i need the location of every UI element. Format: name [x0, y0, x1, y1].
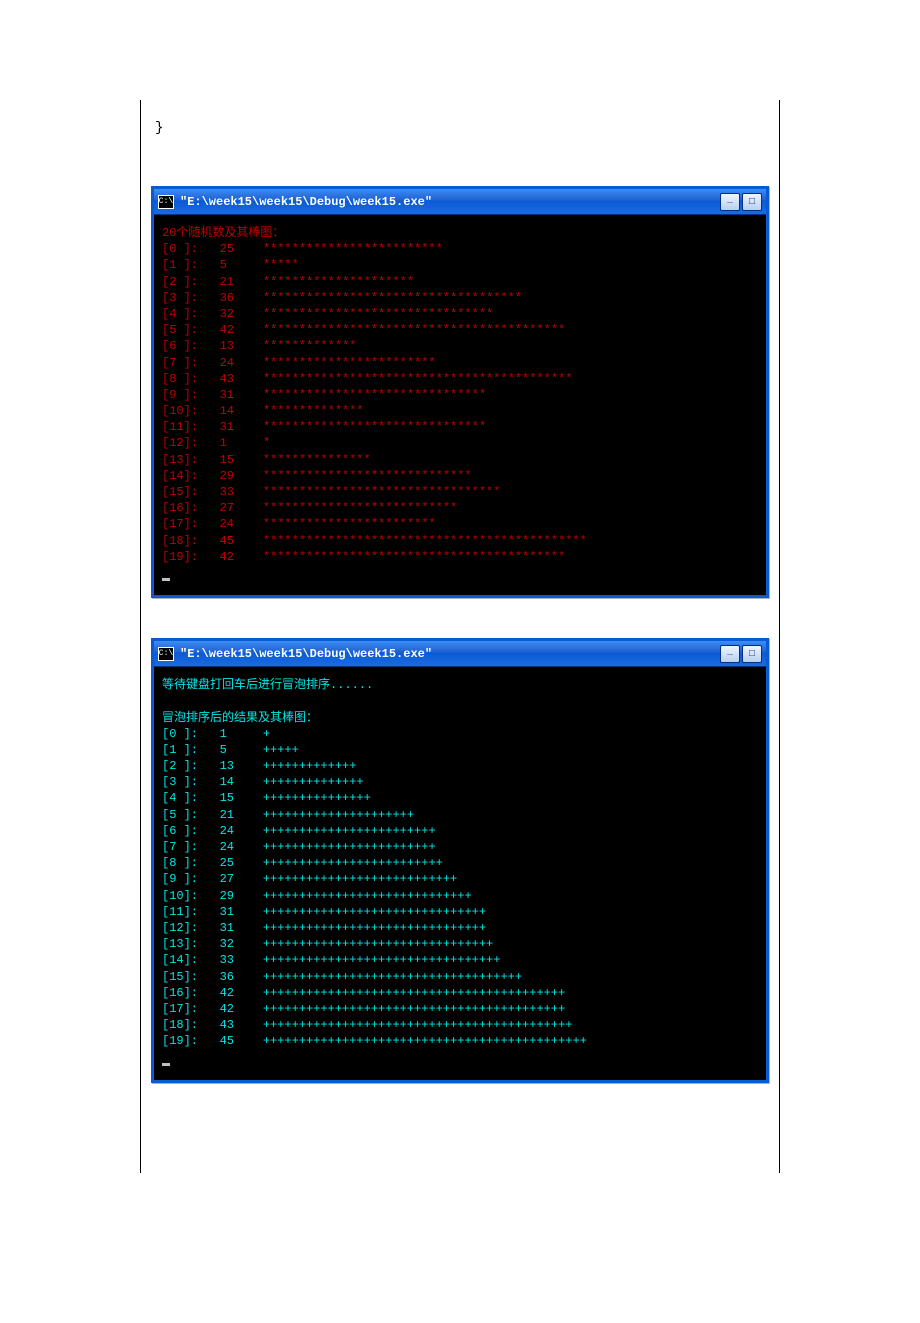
- data-row: [12]: 1 *: [162, 435, 758, 451]
- window-title: "E:\week15\week15\Debug\week15.exe": [180, 195, 720, 209]
- data-row: [10]: 29 +++++++++++++++++++++++++++++: [162, 888, 758, 904]
- data-row: [14]: 29 *****************************: [162, 468, 758, 484]
- data-row: [8 ]: 25 +++++++++++++++++++++++++: [162, 855, 758, 871]
- data-row: [1 ]: 5 *****: [162, 257, 758, 273]
- data-row: [9 ]: 27 +++++++++++++++++++++++++++: [162, 871, 758, 887]
- data-row: [17]: 42 +++++++++++++++++++++++++++++++…: [162, 1001, 758, 1017]
- minimize-button[interactable]: [720, 193, 740, 211]
- minimize-button[interactable]: [720, 645, 740, 663]
- data-row: [15]: 33 *******************************…: [162, 484, 758, 500]
- data-row: [18]: 43 +++++++++++++++++++++++++++++++…: [162, 1017, 758, 1033]
- data-row: [19]: 45 +++++++++++++++++++++++++++++++…: [162, 1033, 758, 1049]
- data-row: [1 ]: 5 +++++: [162, 742, 758, 758]
- data-row: [18]: 45 *******************************…: [162, 533, 758, 549]
- data-row: [13]: 32 +++++++++++++++++++++++++++++++…: [162, 936, 758, 952]
- text-cursor: [162, 1063, 170, 1066]
- data-row: [0 ]: 25 *************************: [162, 241, 758, 257]
- data-row: [6 ]: 24 ++++++++++++++++++++++++: [162, 823, 758, 839]
- data-row: [0 ]: 1 +: [162, 726, 758, 742]
- data-row: [2 ]: 21 *********************: [162, 274, 758, 290]
- text-cursor: [162, 578, 170, 581]
- data-row: [10]: 14 **************: [162, 403, 758, 419]
- before-header: 20个随机数及其棒图：: [162, 225, 758, 241]
- data-row: [8 ]: 43 *******************************…: [162, 371, 758, 387]
- blank-line: [162, 693, 758, 709]
- data-row: [2 ]: 13 +++++++++++++: [162, 758, 758, 774]
- console-window-before: C:\ "E:\week15\week15\Debug\week15.exe" …: [151, 186, 769, 598]
- titlebar[interactable]: C:\ "E:\week15\week15\Debug\week15.exe": [154, 189, 766, 215]
- console-output-after: 等待键盘打回车后进行冒泡排序...... 冒泡排序后的结果及其棒图： [0 ]:…: [154, 667, 766, 1080]
- window-control-buttons: [720, 193, 762, 211]
- cmd-icon: C:\: [158, 647, 174, 661]
- code-fragment: }: [151, 120, 769, 136]
- data-row: [4 ]: 15 +++++++++++++++: [162, 790, 758, 806]
- data-row: [3 ]: 14 ++++++++++++++: [162, 774, 758, 790]
- cmd-icon: C:\: [158, 195, 174, 209]
- data-row: [19]: 42 *******************************…: [162, 549, 758, 565]
- console-window-after: C:\ "E:\week15\week15\Debug\week15.exe" …: [151, 638, 769, 1083]
- console-output-before: 20个随机数及其棒图： [0 ]: 25 *******************…: [154, 215, 766, 595]
- data-row: [5 ]: 42 *******************************…: [162, 322, 758, 338]
- data-row: [9 ]: 31 *******************************: [162, 387, 758, 403]
- data-row: [4 ]: 32 *******************************…: [162, 306, 758, 322]
- after-header: 冒泡排序后的结果及其棒图：: [162, 710, 758, 726]
- data-row: [3 ]: 36 *******************************…: [162, 290, 758, 306]
- maximize-button[interactable]: [742, 645, 762, 663]
- data-row: [16]: 27 ***************************: [162, 500, 758, 516]
- data-row: [11]: 31 *******************************: [162, 419, 758, 435]
- data-row: [7 ]: 24 ************************: [162, 355, 758, 371]
- window-control-buttons: [720, 645, 762, 663]
- data-row: [12]: 31 +++++++++++++++++++++++++++++++: [162, 920, 758, 936]
- document-page: } C:\ "E:\week15\week15\Debug\week15.exe…: [140, 100, 780, 1173]
- data-row: [6 ]: 13 *************: [162, 338, 758, 354]
- data-row: [15]: 36 +++++++++++++++++++++++++++++++…: [162, 969, 758, 985]
- window-title: "E:\week15\week15\Debug\week15.exe": [180, 647, 720, 661]
- data-row: [17]: 24 ************************: [162, 516, 758, 532]
- data-row: [13]: 15 ***************: [162, 452, 758, 468]
- wait-message: 等待键盘打回车后进行冒泡排序......: [162, 677, 758, 693]
- data-row: [14]: 33 +++++++++++++++++++++++++++++++…: [162, 952, 758, 968]
- titlebar[interactable]: C:\ "E:\week15\week15\Debug\week15.exe": [154, 641, 766, 667]
- data-row: [7 ]: 24 ++++++++++++++++++++++++: [162, 839, 758, 855]
- data-row: [11]: 31 +++++++++++++++++++++++++++++++: [162, 904, 758, 920]
- data-row: [16]: 42 +++++++++++++++++++++++++++++++…: [162, 985, 758, 1001]
- maximize-button[interactable]: [742, 193, 762, 211]
- data-row: [5 ]: 21 +++++++++++++++++++++: [162, 807, 758, 823]
